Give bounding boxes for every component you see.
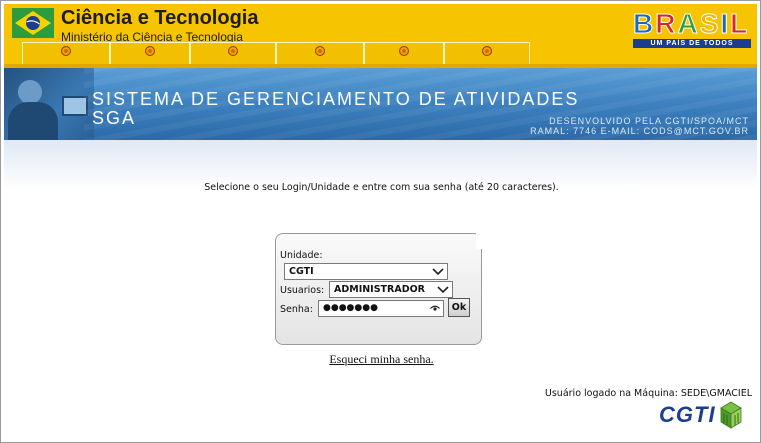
brasil-letter: S	[699, 8, 721, 39]
chevron-down-icon	[432, 268, 444, 276]
page-frame: Ciência e Tecnologia Ministério da Ciênc…	[0, 0, 761, 443]
chevron-down-icon	[437, 286, 449, 294]
system-abbreviation: SGA	[92, 108, 137, 128]
brasil-logo: BRASIL UM PAÍS DE TODOS	[632, 8, 751, 48]
brasil-letter: I	[720, 8, 731, 39]
system-title: SISTEMA DE GERENCIAMENTO DE ATIVIDADES	[92, 89, 580, 109]
ministry-title: Ciência e Tecnologia	[61, 7, 259, 29]
logged-user-info: Usuário logado na Máquina: SEDE\GMACIEL	[544, 388, 752, 399]
cgti-cube-icon	[720, 401, 742, 429]
person-icon	[18, 80, 42, 104]
nav-dot-icon	[61, 46, 71, 56]
brasil-letter: R	[655, 8, 678, 39]
unidade-label: Unidade:	[280, 250, 323, 261]
usuarios-label: Usuarios:	[280, 285, 325, 296]
brasil-letter: L	[730, 8, 750, 39]
login-box-corner	[476, 233, 484, 249]
person-body	[8, 102, 58, 140]
contact-info: RAMAL: 7746 E-MAIL: CODS@MCT.GOV.BR	[530, 126, 749, 136]
usuarios-value: ADMINISTRADOR	[334, 284, 425, 295]
eye-icon[interactable]	[430, 304, 440, 313]
brasil-slogan: UM PAÍS DE TODOS	[633, 39, 751, 48]
password-input[interactable]: ●●●●●●●	[318, 300, 444, 317]
brasil-word: BRASIL	[632, 8, 750, 39]
banner-photo	[4, 68, 94, 140]
system-banner: SISTEMA DE GERENCIAMENTO DE ATIVIDADES S…	[4, 68, 757, 140]
brazil-flag-icon	[12, 8, 54, 38]
nav-dot-icon	[315, 46, 325, 56]
unidade-select[interactable]: CGTI	[284, 263, 448, 280]
login-box: Unidade: CGTI Usuarios: ADMINISTRADOR Se…	[275, 233, 484, 345]
cgti-logo-text: CGTI	[659, 402, 716, 427]
ok-button[interactable]: Ok	[448, 298, 470, 317]
nav-dot-icon	[482, 46, 492, 56]
unidade-value: CGTI	[289, 266, 314, 277]
nav-dot-icon	[399, 46, 409, 56]
ministry-header: Ciência e Tecnologia Ministério da Ciênc…	[4, 4, 757, 68]
brasil-letter: A	[677, 8, 700, 39]
login-instruction: Selecione o seu Login/Unidade e entre co…	[204, 182, 559, 193]
forgot-password-link[interactable]: Esqueci minha senha.	[1, 352, 760, 367]
cgti-logo: CGTI	[653, 400, 745, 432]
nav-dot-icon	[145, 46, 155, 56]
senha-label: Senha:	[280, 304, 313, 315]
nav-dot-icon	[228, 46, 238, 56]
brasil-letter: B	[632, 8, 656, 39]
password-value: ●●●●●●●	[323, 303, 378, 313]
usuarios-select[interactable]: ADMINISTRADOR	[329, 281, 453, 298]
